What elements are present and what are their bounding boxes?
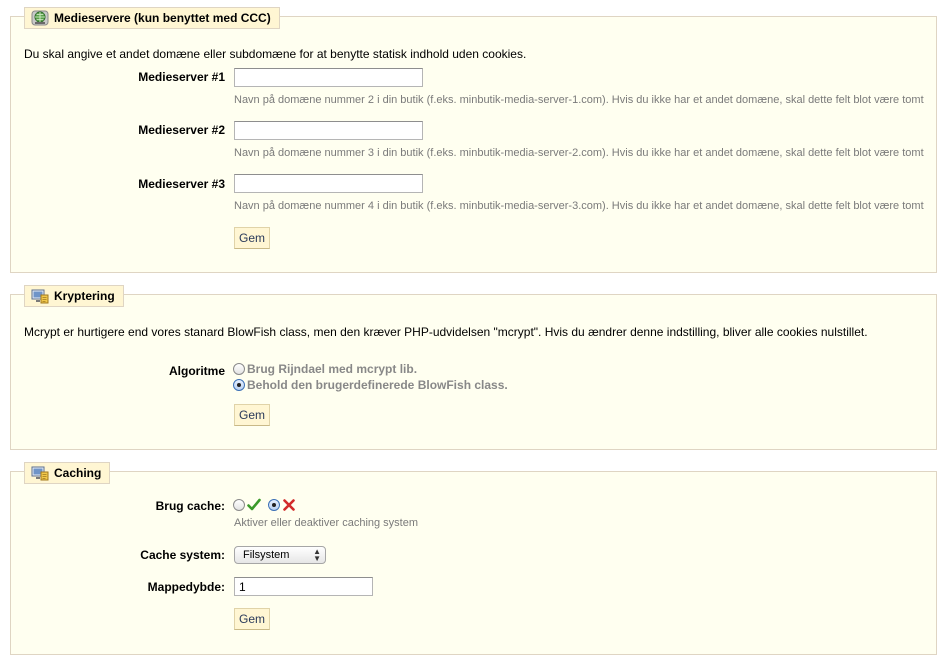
media-server-2-input[interactable]	[234, 121, 423, 140]
algorithm-option-rijndael[interactable]: Brug Rijndael med mcrypt lib.	[233, 362, 417, 376]
media-servers-legend: Medieservere (kun benyttet med CCC)	[24, 7, 280, 29]
caching-save-button[interactable]: Gem	[234, 608, 271, 630]
blowfish-radio[interactable]	[233, 379, 245, 391]
use-cache-toggle	[233, 498, 296, 512]
media-server-2-label: Medieserver #2	[138, 123, 225, 137]
media-servers-title: Medieservere (kun benyttet med CCC)	[54, 11, 271, 25]
encryption-fieldset: Kryptering Mcrypt er hurtigere end vores…	[10, 285, 937, 450]
globe-server-icon	[31, 10, 49, 26]
use-cache-label: Brug cache:	[155, 499, 225, 513]
computer-settings-icon	[31, 465, 49, 481]
rijndael-radio[interactable]	[233, 363, 245, 375]
media-server-3-input[interactable]	[234, 174, 423, 193]
encryption-save-button[interactable]: Gem	[234, 404, 271, 426]
caching-title: Caching	[54, 466, 102, 480]
use-cache-hint: Aktiver eller deaktiver caching system	[234, 517, 419, 529]
use-cache-enable-radio[interactable]	[233, 499, 245, 511]
media-servers-intro: Du skal angive et andet domæne eller sub…	[24, 47, 527, 61]
computer-settings-icon	[31, 288, 49, 304]
select-arrows-icon: ▲ ▼	[313, 547, 321, 563]
media-server-2-hint: Navn på domæne nummer 3 i din butik (f.e…	[234, 147, 924, 159]
blowfish-radio-label: Behold den brugerdefinerede BlowFish cla…	[247, 378, 508, 392]
media-server-3-hint: Navn på domæne nummer 4 i din butik (f.e…	[234, 200, 924, 212]
cache-system-label: Cache system:	[140, 548, 225, 562]
cache-system-value: Filsystem	[243, 549, 290, 561]
media-server-3-label: Medieserver #3	[138, 177, 225, 191]
encryption-intro: Mcrypt er hurtigere end vores stanard Bl…	[24, 325, 868, 339]
media-server-1-label: Medieserver #1	[138, 70, 225, 84]
algorithm-option-blowfish[interactable]: Behold den brugerdefinerede BlowFish cla…	[233, 378, 508, 392]
cross-icon	[282, 498, 296, 512]
folder-depth-label: Mappedybde:	[147, 580, 225, 594]
use-cache-disable-radio[interactable]	[268, 499, 280, 511]
algorithm-label: Algoritme	[168, 364, 225, 378]
folder-depth-input[interactable]	[234, 577, 373, 596]
check-icon	[247, 498, 261, 512]
encryption-title: Kryptering	[54, 289, 115, 303]
caching-fieldset: Caching Brug cache: Aktiver eller deakti…	[10, 462, 937, 655]
media-server-1-input[interactable]	[234, 68, 423, 87]
media-save-button[interactable]: Gem	[234, 227, 271, 249]
caching-legend: Caching	[24, 462, 111, 484]
rijndael-radio-label: Brug Rijndael med mcrypt lib.	[247, 362, 418, 376]
media-servers-fieldset: Medieservere (kun benyttet med CCC) Du s…	[10, 7, 937, 273]
media-server-1-hint: Navn på domæne nummer 2 i din butik (f.e…	[234, 94, 924, 106]
encryption-legend: Kryptering	[24, 285, 124, 307]
cache-system-select[interactable]: Filsystem ▲ ▼	[234, 546, 326, 564]
